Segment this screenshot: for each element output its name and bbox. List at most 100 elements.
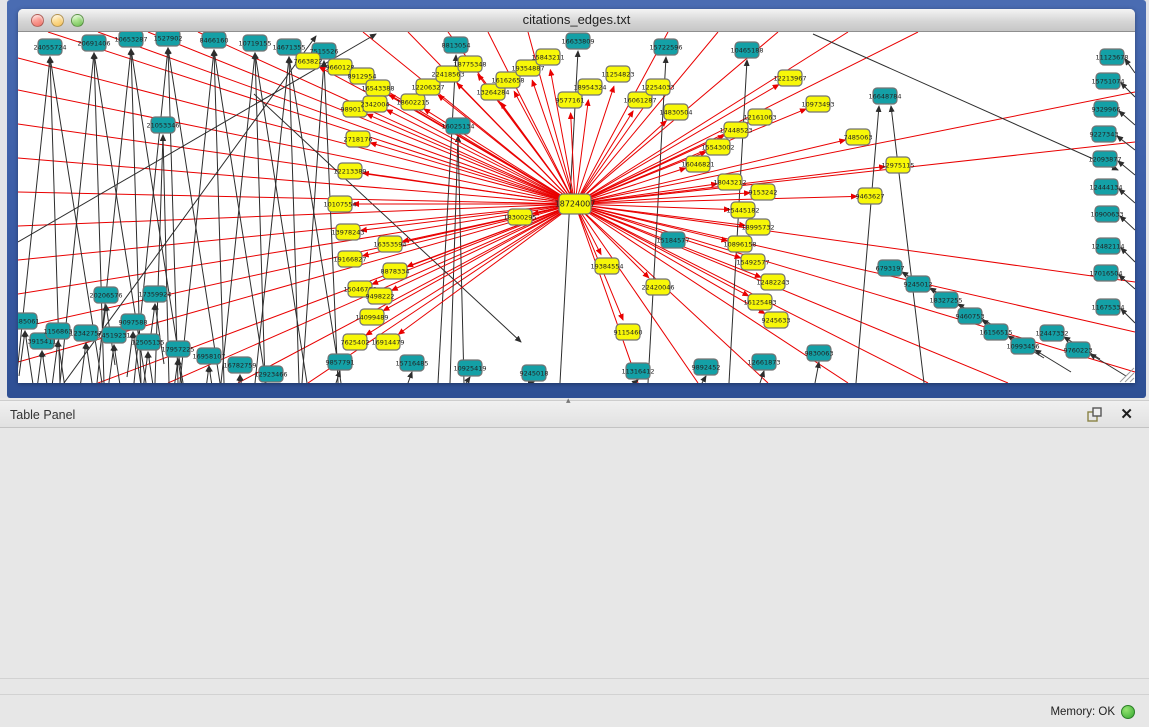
graph-node[interactable]: 12447332: [1035, 325, 1068, 341]
graph-node[interactable]: 11675334: [1091, 299, 1124, 315]
graph-node[interactable]: 9498222: [366, 288, 395, 304]
graph-node[interactable]: 7485063: [844, 129, 873, 145]
citation-edge-selected[interactable]: [370, 143, 575, 204]
graph-node[interactable]: 10973493: [801, 96, 834, 112]
graph-node[interactable]: 10993456: [1006, 338, 1039, 354]
citation-edge[interactable]: [19, 331, 25, 376]
graph-node[interactable]: 18954324: [573, 79, 606, 95]
citation-edge[interactable]: [209, 366, 218, 383]
graph-node[interactable]: 9245633: [762, 312, 791, 328]
citation-edge[interactable]: [80, 343, 86, 383]
graph-node[interactable]: 15184577: [656, 232, 689, 248]
citation-edge[interactable]: [203, 366, 209, 383]
graph-node[interactable]: 18775348: [453, 56, 486, 72]
citation-edge[interactable]: [1117, 136, 1135, 150]
graph-node[interactable]: 16543388: [361, 80, 394, 96]
graph-node[interactable]: 16156515: [979, 324, 1012, 340]
citation-edge[interactable]: [1090, 354, 1126, 376]
close-panel-icon[interactable]: ✕: [1120, 405, 1133, 423]
citation-edge[interactable]: [408, 372, 412, 383]
graph-node[interactable]: 18327255: [929, 292, 962, 308]
graph-node[interactable]: 12923466: [254, 366, 287, 382]
citation-network-graph[interactable]: 2405572420691406106532871527902846616010…: [18, 32, 1135, 383]
graph-node[interactable]: 9857791: [326, 354, 355, 370]
graph-node[interactable]: 17359924: [138, 286, 171, 302]
zoom-window-icon[interactable]: [71, 14, 84, 27]
citation-edge[interactable]: [289, 57, 341, 383]
graph-node[interactable]: 15722596: [649, 39, 682, 55]
graph-node[interactable]: 9463627: [856, 188, 885, 204]
citation-edge-selected[interactable]: [575, 204, 698, 383]
graph-node[interactable]: 9245012: [904, 276, 933, 292]
close-window-icon[interactable]: [31, 14, 44, 27]
graph-node[interactable]: 9760223: [1064, 342, 1093, 358]
graph-node[interactable]: 7663822: [294, 53, 323, 69]
graph-node[interactable]: 17016504: [1089, 265, 1122, 281]
graph-node[interactable]: 11254823: [601, 66, 634, 82]
citation-edge[interactable]: [1119, 111, 1135, 125]
citation-edge-selected[interactable]: [18, 204, 575, 294]
graph-node[interactable]: 16782759: [223, 357, 256, 373]
minimize-window-icon[interactable]: [51, 14, 64, 27]
citation-edge-selected[interactable]: [575, 32, 718, 204]
graph-node[interactable]: 10925419: [453, 360, 486, 376]
graph-node[interactable]: 9153242: [749, 184, 778, 200]
graph-node[interactable]: 8466160: [200, 32, 229, 48]
graph-node[interactable]: 18043212: [713, 174, 746, 190]
graph-node[interactable]: 1156863: [44, 323, 73, 339]
graph-node[interactable]: 12213967: [773, 70, 806, 86]
graph-node[interactable]: 12505135: [131, 334, 164, 350]
graph-node[interactable]: 2718176: [344, 131, 373, 147]
graph-node[interactable]: 14830504: [659, 104, 692, 120]
memory-status-indicator[interactable]: [1121, 705, 1135, 719]
citation-edge-selected[interactable]: [18, 158, 575, 204]
citation-edge[interactable]: [324, 61, 338, 383]
citation-edge-selected[interactable]: [18, 204, 575, 260]
graph-node[interactable]: 21053346: [146, 117, 179, 133]
citation-edge[interactable]: [214, 50, 224, 383]
graph-node[interactable]: 15716485: [395, 355, 428, 371]
graph-node[interactable]: 12444134: [1089, 179, 1122, 195]
graph-node[interactable]: 18995732: [741, 219, 774, 235]
graph-node[interactable]: 9115460: [614, 324, 643, 340]
graph-node[interactable]: 6793197: [876, 260, 905, 276]
citation-edge[interactable]: [813, 34, 1118, 170]
citation-edge[interactable]: [760, 371, 764, 383]
graph-node[interactable]: 12093877: [1088, 151, 1121, 167]
graph-node[interactable]: 16025134: [441, 118, 474, 134]
graph-node[interactable]: 12482114: [1091, 238, 1124, 254]
citation-edge[interactable]: [466, 377, 470, 383]
graph-node[interactable]: 15543002: [701, 139, 734, 155]
graph-node[interactable]: 10465188: [730, 42, 763, 58]
graph-node[interactable]: 12661873: [747, 354, 780, 370]
citation-edge[interactable]: [815, 362, 819, 383]
graph-node[interactable]: 8813054: [442, 37, 471, 53]
graph-node[interactable]: 7485061: [18, 313, 39, 329]
graph-node[interactable]: 18602215: [396, 94, 429, 110]
graph-node[interactable]: 16353594: [373, 236, 406, 252]
graph-node[interactable]: 14099489: [355, 309, 388, 325]
graph-node[interactable]: 15751074: [1091, 73, 1124, 89]
resize-grip-icon[interactable]: [1125, 373, 1134, 382]
citation-edge[interactable]: [702, 376, 706, 383]
graph-node[interactable]: 16648784: [868, 88, 901, 104]
graph-node[interactable]: 9460753: [956, 308, 985, 324]
graph-node[interactable]: 10896158: [723, 236, 756, 252]
citation-edge[interactable]: [86, 343, 95, 383]
graph-node[interactable]: 17448523: [719, 122, 752, 138]
graph-node[interactable]: 15843211: [531, 49, 564, 65]
float-panel-icon[interactable]: [1085, 406, 1103, 424]
graph-node[interactable]: 16914479: [371, 334, 404, 350]
citation-edge[interactable]: [42, 351, 51, 383]
graph-node[interactable]: 9227343: [1090, 126, 1119, 142]
graph-node[interactable]: 1527902: [154, 32, 183, 46]
graph-node[interactable]: 10653287: [114, 32, 147, 47]
graph-node[interactable]: 13978243: [331, 224, 364, 240]
graph-node[interactable]: 15492577: [736, 254, 769, 270]
graph-node[interactable]: 18300295: [503, 209, 536, 225]
resize-grip-icon[interactable]: [1130, 378, 1134, 382]
citation-edge-selected[interactable]: [575, 85, 779, 204]
graph-node[interactable]: 8878334: [381, 263, 410, 279]
graph-node[interactable]: 20206576: [89, 287, 122, 303]
graph-node[interactable]: 12254033: [641, 79, 674, 95]
